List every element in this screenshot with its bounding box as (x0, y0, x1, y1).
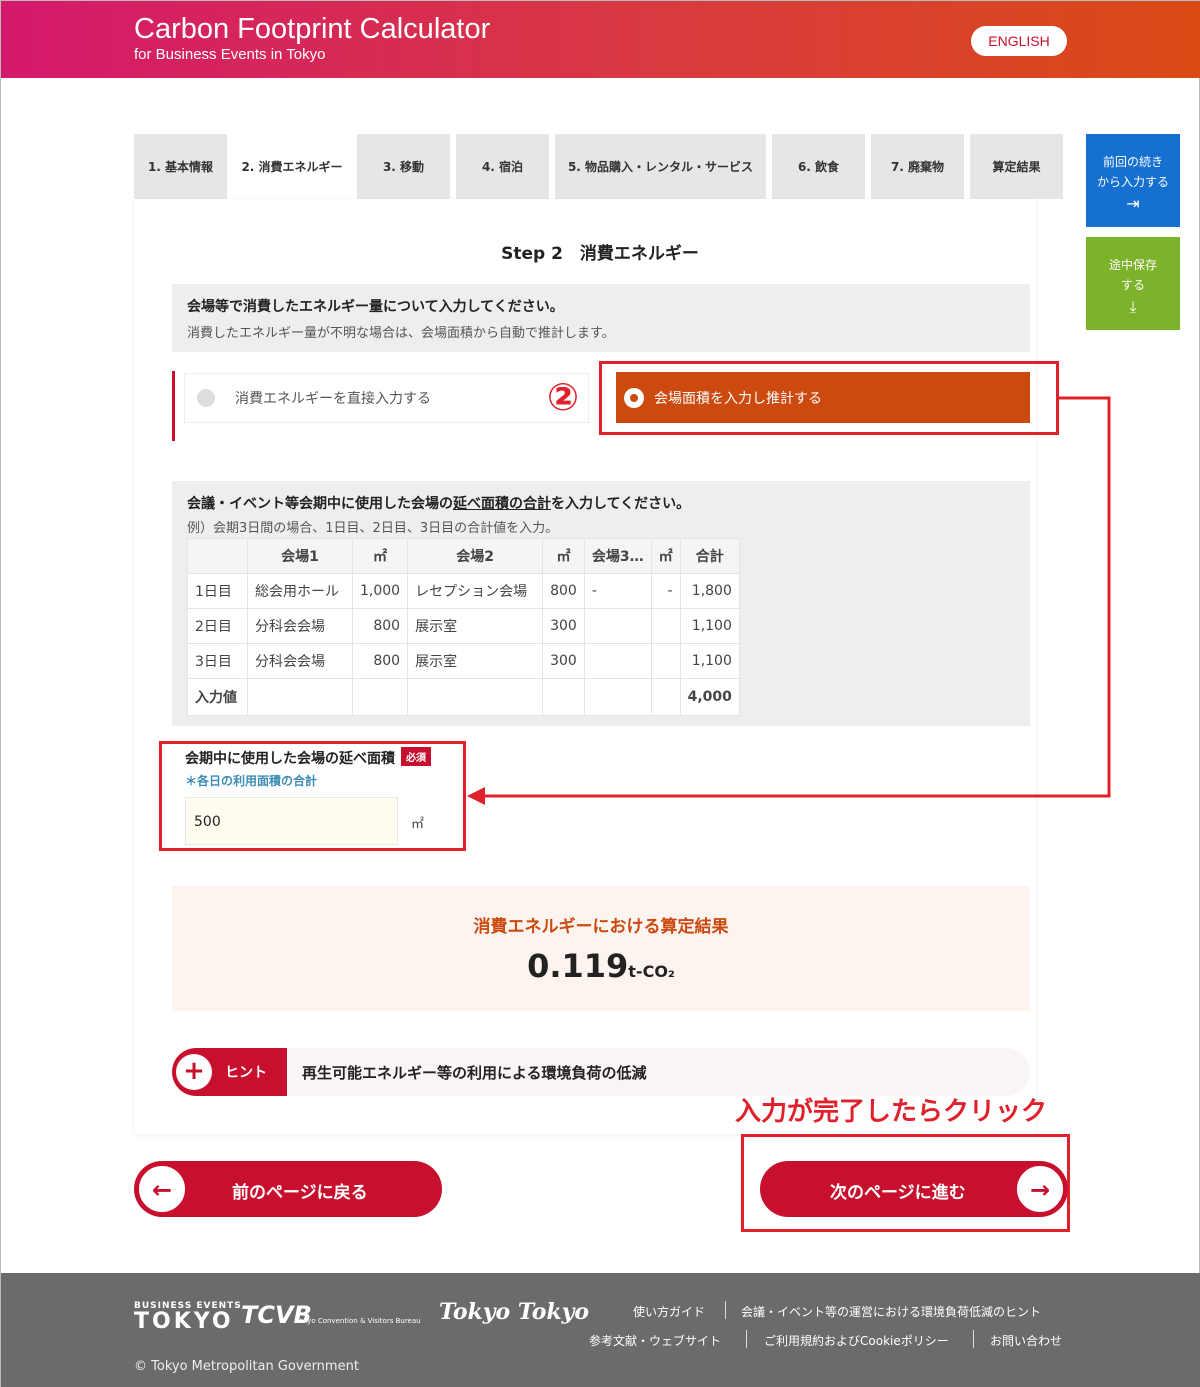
logo-tcvb-sub: Tokyo Convention & Visitors Bureau (296, 1317, 421, 1325)
click-annotation: 入力が完了したらクリック (735, 1097, 1048, 1127)
footer-link-contact[interactable]: お問い合わせ (990, 1332, 1062, 1349)
hint-text: 再生可能エネルギー等の利用による環境負荷の低減 (302, 1064, 647, 1082)
footer-link-references[interactable]: 参考文献・ウェブサイト (589, 1332, 721, 1349)
result-box: 消費エネルギーにおける算定結果 0.119t-CO₂ (172, 886, 1030, 1011)
hint-tag: + ヒント (172, 1048, 287, 1096)
copyright: © Tokyo Metropolitan Government (134, 1359, 359, 1374)
logo-tokyo-tokyo: Tokyo Tokyo (439, 1299, 590, 1325)
footer-link-terms[interactable]: ご利用規約およびCookieポリシー (764, 1332, 949, 1349)
footer-link-hints[interactable]: 会議・イベント等の運営における環境負荷低減のヒント (741, 1303, 1041, 1320)
arrow-right-icon: → (1015, 1164, 1065, 1214)
footer-separator (973, 1330, 974, 1348)
footer: BUSINESS EVENTS TOKYO TCVB Tokyo Convent… (1, 1273, 1200, 1387)
footer-separator (725, 1301, 726, 1319)
arrow-left-icon: ← (137, 1164, 187, 1214)
footer-link-guide[interactable]: 使い方ガイド (633, 1303, 705, 1320)
prev-page-button[interactable]: ← 前のページに戻る (134, 1161, 442, 1217)
hint-bar[interactable]: + ヒント 再生可能エネルギー等の利用による環境負荷の低減 (172, 1048, 1030, 1096)
plus-icon: + (176, 1054, 212, 1090)
result-title: 消費エネルギーにおける算定結果 (473, 917, 729, 937)
result-value: 0.119t-CO₂ (527, 947, 675, 985)
next-page-button[interactable]: 次のページに進む → (760, 1161, 1068, 1217)
footer-separator (746, 1330, 747, 1348)
logo-tokyo: TOKYO (134, 1309, 234, 1334)
